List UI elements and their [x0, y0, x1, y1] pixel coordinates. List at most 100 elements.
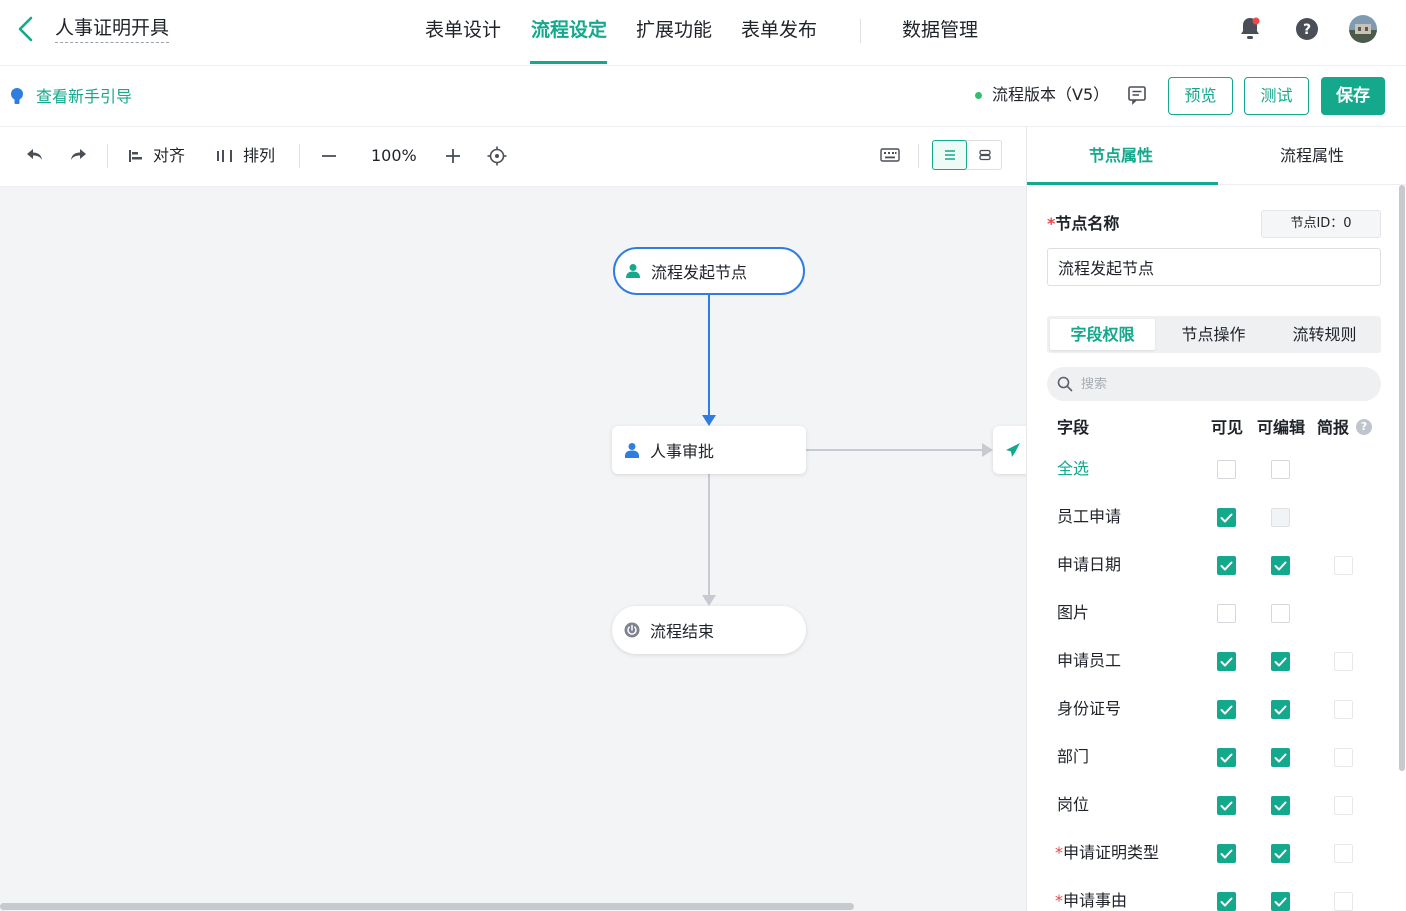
- brief-checkbox[interactable]: [1334, 892, 1353, 911]
- panel-tabs: 节点属性 流程属性: [1027, 127, 1406, 185]
- redo-icon: [71, 149, 86, 160]
- visible-checkbox[interactable]: [1217, 844, 1236, 863]
- version-status-dot: [975, 92, 982, 99]
- top-header: 人事证明开具 表单设计 流程设定 扩展功能 表单发布 数据管理 ?: [0, 0, 1406, 66]
- nav-tab-process-settings[interactable]: 流程设定: [531, 17, 607, 43]
- visible-checkbox[interactable]: [1217, 796, 1236, 815]
- field-name-text: 员工申请: [1057, 507, 1122, 526]
- field-name-text: 岗位: [1057, 795, 1090, 814]
- center-view-button[interactable]: [487, 146, 507, 166]
- visible-checkbox[interactable]: [1217, 700, 1236, 719]
- field-name: *申请证明类型: [1055, 842, 1159, 864]
- approver-icon: [625, 443, 639, 458]
- zoom-out-button[interactable]: [320, 147, 338, 165]
- field-name: 申请员工: [1057, 650, 1121, 672]
- editable-checkbox[interactable]: [1271, 652, 1290, 671]
- node-name-input[interactable]: [1047, 248, 1381, 286]
- flow-node-start[interactable]: 流程发起节点: [613, 247, 805, 295]
- editable-checkbox[interactable]: [1271, 748, 1290, 767]
- visible-checkbox[interactable]: [1217, 652, 1236, 671]
- zoom-in-button[interactable]: [444, 147, 462, 165]
- send-icon: [1006, 443, 1020, 457]
- field-permission-row: 申请日期: [1027, 546, 1397, 586]
- required-mark: *: [1055, 843, 1063, 862]
- node-name-label: 节点名称: [1055, 214, 1120, 233]
- flow-node-end[interactable]: 流程结束: [612, 606, 806, 654]
- zoom-level: 100%: [371, 146, 417, 165]
- subtab-node-operations[interactable]: 节点操作: [1161, 319, 1266, 350]
- brief-checkbox[interactable]: [1334, 748, 1353, 767]
- nav-tab-form-design[interactable]: 表单设计: [425, 17, 501, 43]
- tab-process-properties[interactable]: 流程属性: [1280, 145, 1344, 167]
- select-all-visible-checkbox[interactable]: [1217, 460, 1236, 479]
- subtab-field-permissions[interactable]: 字段权限: [1050, 319, 1155, 350]
- process-version-selector[interactable]: 流程版本（V5）: [992, 84, 1109, 106]
- main-nav: 表单设计 流程设定 扩展功能 表单发布 数据管理: [0, 0, 1406, 66]
- toolbar-divider: [918, 144, 919, 168]
- avatar[interactable]: [1349, 15, 1377, 47]
- field-permission-row: 申请员工: [1027, 642, 1397, 682]
- column-header-field: 字段: [1057, 418, 1090, 437]
- nav-tab-extensions[interactable]: 扩展功能: [636, 17, 712, 43]
- column-header-editable: 可编辑: [1257, 418, 1306, 437]
- field-name-text: 图片: [1057, 603, 1090, 622]
- visible-checkbox[interactable]: [1217, 508, 1236, 527]
- field-search-input[interactable]: [1081, 376, 1361, 392]
- editable-checkbox[interactable]: [1271, 556, 1290, 575]
- tab-node-properties[interactable]: 节点属性: [1089, 145, 1153, 167]
- visible-checkbox[interactable]: [1217, 604, 1236, 623]
- editable-checkbox[interactable]: [1271, 892, 1290, 911]
- brief-checkbox[interactable]: [1334, 556, 1353, 575]
- keyboard-shortcuts-button[interactable]: [880, 147, 900, 163]
- flow-node-cc[interactable]: [993, 426, 1026, 474]
- field-permission-row: *申请证明类型: [1027, 834, 1397, 874]
- flow-node-approval-label: 人事审批: [650, 442, 715, 461]
- vertical-layout-option[interactable]: [932, 140, 967, 170]
- flow-node-approval[interactable]: 人事审批: [612, 426, 806, 474]
- panel-vertical-scrollbar[interactable]: [1399, 185, 1405, 771]
- field-permission-row: 员工申请: [1027, 498, 1397, 538]
- brief-help-icon[interactable]: ?: [1356, 419, 1372, 435]
- svg-text:?: ?: [1303, 22, 1311, 38]
- flow-node-end-label: 流程结束: [650, 622, 715, 641]
- field-name-text: 申请事由: [1063, 891, 1128, 910]
- select-all-link[interactable]: 全选: [1057, 458, 1089, 480]
- redo-button[interactable]: [69, 147, 87, 163]
- version-log-icon[interactable]: [1127, 85, 1147, 109]
- arrange-button[interactable]: 排列: [215, 145, 275, 167]
- help-icon[interactable]: ?: [1296, 18, 1318, 44]
- brief-checkbox[interactable]: [1334, 652, 1353, 671]
- undo-button[interactable]: [26, 147, 44, 163]
- editable-checkbox[interactable]: [1271, 604, 1290, 623]
- canvas-horizontal-scrollbar[interactable]: [0, 903, 854, 910]
- brief-checkbox[interactable]: [1334, 844, 1353, 863]
- arrange-label: 排列: [243, 146, 276, 165]
- test-button[interactable]: 测试: [1244, 77, 1309, 115]
- toolbar-divider: [299, 144, 300, 168]
- align-icon: [129, 150, 142, 162]
- editable-checkbox[interactable]: [1271, 796, 1290, 815]
- align-button[interactable]: 对齐: [127, 145, 185, 167]
- brief-checkbox[interactable]: [1334, 700, 1353, 719]
- flow-canvas[interactable]: 流程发起节点 人事审批 流程结束: [0, 187, 1026, 911]
- nav-tab-form-publish[interactable]: 表单发布: [741, 17, 817, 43]
- guide-link[interactable]: 查看新手引导: [10, 86, 132, 108]
- save-button[interactable]: 保存: [1321, 77, 1385, 115]
- editable-checkbox[interactable]: [1271, 700, 1290, 719]
- compact-layout-option[interactable]: [967, 140, 1002, 170]
- preview-button[interactable]: 预览: [1168, 77, 1233, 115]
- visible-checkbox[interactable]: [1217, 892, 1236, 911]
- select-all-editable-checkbox[interactable]: [1271, 460, 1290, 479]
- nav-tab-data-management[interactable]: 数据管理: [902, 17, 978, 43]
- sub-header: 查看新手引导 流程版本（V5） 预览 测试 保存: [0, 66, 1406, 127]
- subtab-routing-rules[interactable]: 流转规则: [1272, 319, 1377, 350]
- editable-checkbox[interactable]: [1271, 844, 1290, 863]
- visible-checkbox[interactable]: [1217, 748, 1236, 767]
- toolbar-divider: [107, 144, 108, 168]
- field-permission-row: 部门: [1027, 738, 1397, 778]
- visible-checkbox[interactable]: [1217, 556, 1236, 575]
- bell-icon[interactable]: [1238, 16, 1262, 46]
- brief-checkbox[interactable]: [1334, 796, 1353, 815]
- field-name-text: 申请日期: [1057, 555, 1122, 574]
- stack-icon: [978, 149, 991, 161]
